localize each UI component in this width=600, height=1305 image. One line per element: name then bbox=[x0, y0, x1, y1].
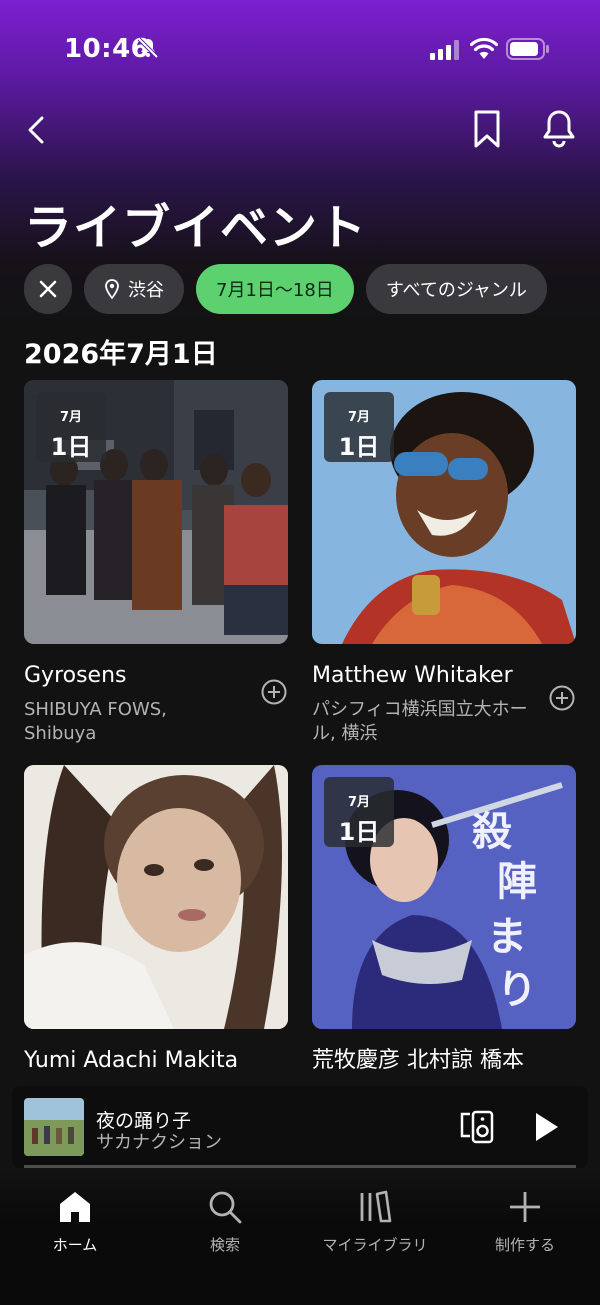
badge-day: 1日 bbox=[338, 433, 380, 461]
tab-create-label: 制作する bbox=[494, 1236, 555, 1254]
play-icon[interactable] bbox=[530, 1110, 562, 1144]
event-card[interactable]: 7月 1日 Matthew Whitaker パシフィコ横浜国立大ホール, 横浜 bbox=[312, 380, 576, 746]
page-title: ライブイベント bbox=[24, 200, 368, 256]
tab-home[interactable]: ホーム bbox=[0, 1190, 150, 1255]
close-icon bbox=[39, 280, 57, 298]
svg-text:陣: 陣 bbox=[497, 858, 537, 905]
event-card[interactable]: 殺 陣 ま り 7月 1日 荒牧慶彦 北村諒 橋本 bbox=[312, 765, 576, 1075]
back-button[interactable] bbox=[20, 110, 54, 150]
notification-bell-icon[interactable] bbox=[538, 106, 580, 150]
badge-month: 7月 bbox=[59, 410, 83, 425]
filter-bar: 渋谷 7月1日〜18日 すべてのジャンル bbox=[24, 264, 547, 314]
svg-text:殺: 殺 bbox=[472, 808, 512, 855]
home-icon bbox=[60, 1192, 90, 1222]
event-date-badge: 7月 1日 bbox=[324, 777, 394, 847]
clear-filters-button[interactable] bbox=[24, 264, 72, 314]
cellular-signal-icon bbox=[430, 40, 459, 60]
event-date-badge: 7月 1日 bbox=[324, 392, 394, 462]
tab-library-label: マイライブラリ bbox=[322, 1236, 428, 1254]
event-title: Matthew Whitaker bbox=[312, 663, 513, 688]
section-date-heading: 2026年7月1日 bbox=[24, 339, 218, 370]
badge-day: 1日 bbox=[338, 818, 380, 846]
event-title: 荒牧慶彦 北村諒 橋本 bbox=[312, 1048, 524, 1073]
event-venue: SHIBUYA FOWS, Shibuya bbox=[24, 699, 167, 744]
battery-icon bbox=[506, 38, 549, 60]
event-card[interactable]: 7月 1日 Gyrosens SHIBUYA FOWS, Shibuya bbox=[24, 380, 288, 746]
svg-text:り: り bbox=[497, 966, 537, 1013]
date-filter-label: 7月1日〜18日 bbox=[216, 280, 334, 301]
event-date-badge: 7月 1日 bbox=[36, 392, 106, 462]
event-title: Yumi Adachi Makita bbox=[24, 1048, 239, 1073]
bookmark-icon[interactable] bbox=[468, 108, 506, 150]
event-image bbox=[24, 765, 288, 1029]
now-playing-artist: サカナクション bbox=[96, 1132, 222, 1153]
search-icon bbox=[209, 1191, 242, 1224]
svg-text:ま: ま bbox=[487, 913, 527, 960]
badge-month: 7月 bbox=[347, 795, 371, 810]
add-circle-icon[interactable] bbox=[260, 678, 288, 706]
tab-create[interactable]: 制作する bbox=[450, 1190, 600, 1255]
tab-library[interactable]: マイライブラリ bbox=[300, 1190, 450, 1255]
event-venue: パシフィコ横浜国立大ホール, 横浜 bbox=[312, 699, 528, 744]
mini-player[interactable]: 夜の踊り子 サカナクション bbox=[12, 1086, 588, 1168]
event-image: 7月 1日 bbox=[24, 380, 288, 644]
event-card[interactable]: Yumi Adachi Makita bbox=[24, 765, 288, 1075]
tab-search-label: 検索 bbox=[209, 1236, 240, 1254]
badge-day: 1日 bbox=[50, 433, 92, 461]
date-filter-chip[interactable]: 7月1日〜18日 bbox=[196, 264, 354, 314]
connect-device-icon[interactable] bbox=[458, 1108, 496, 1146]
tab-search[interactable]: 検索 bbox=[150, 1190, 300, 1255]
bell-mute-icon bbox=[137, 37, 159, 59]
now-playing-artwork bbox=[24, 1098, 84, 1156]
plus-icon bbox=[510, 1192, 540, 1222]
playback-progress-bar bbox=[24, 1165, 576, 1168]
wifi-icon bbox=[470, 37, 498, 59]
location-filter-chip[interactable]: 渋谷 bbox=[84, 264, 184, 314]
event-image: 殺 陣 ま り 7月 1日 bbox=[312, 765, 576, 1029]
library-icon bbox=[360, 1190, 392, 1223]
tab-home-label: ホーム bbox=[52, 1236, 98, 1254]
event-title: Gyrosens bbox=[24, 663, 127, 688]
genre-filter-chip[interactable]: すべてのジャンル bbox=[365, 264, 547, 314]
status-bar: 10:46 bbox=[0, 0, 600, 96]
add-circle-icon[interactable] bbox=[548, 684, 576, 712]
location-filter-label: 渋谷 bbox=[128, 280, 164, 301]
badge-month: 7月 bbox=[347, 410, 371, 425]
location-pin-icon bbox=[105, 279, 119, 299]
genre-filter-label: すべてのジャンル bbox=[385, 280, 527, 301]
bottom-tab-bar: ホーム 検索 マイライブラリ 制作する bbox=[0, 1170, 600, 1305]
event-image: 7月 1日 bbox=[312, 380, 576, 644]
